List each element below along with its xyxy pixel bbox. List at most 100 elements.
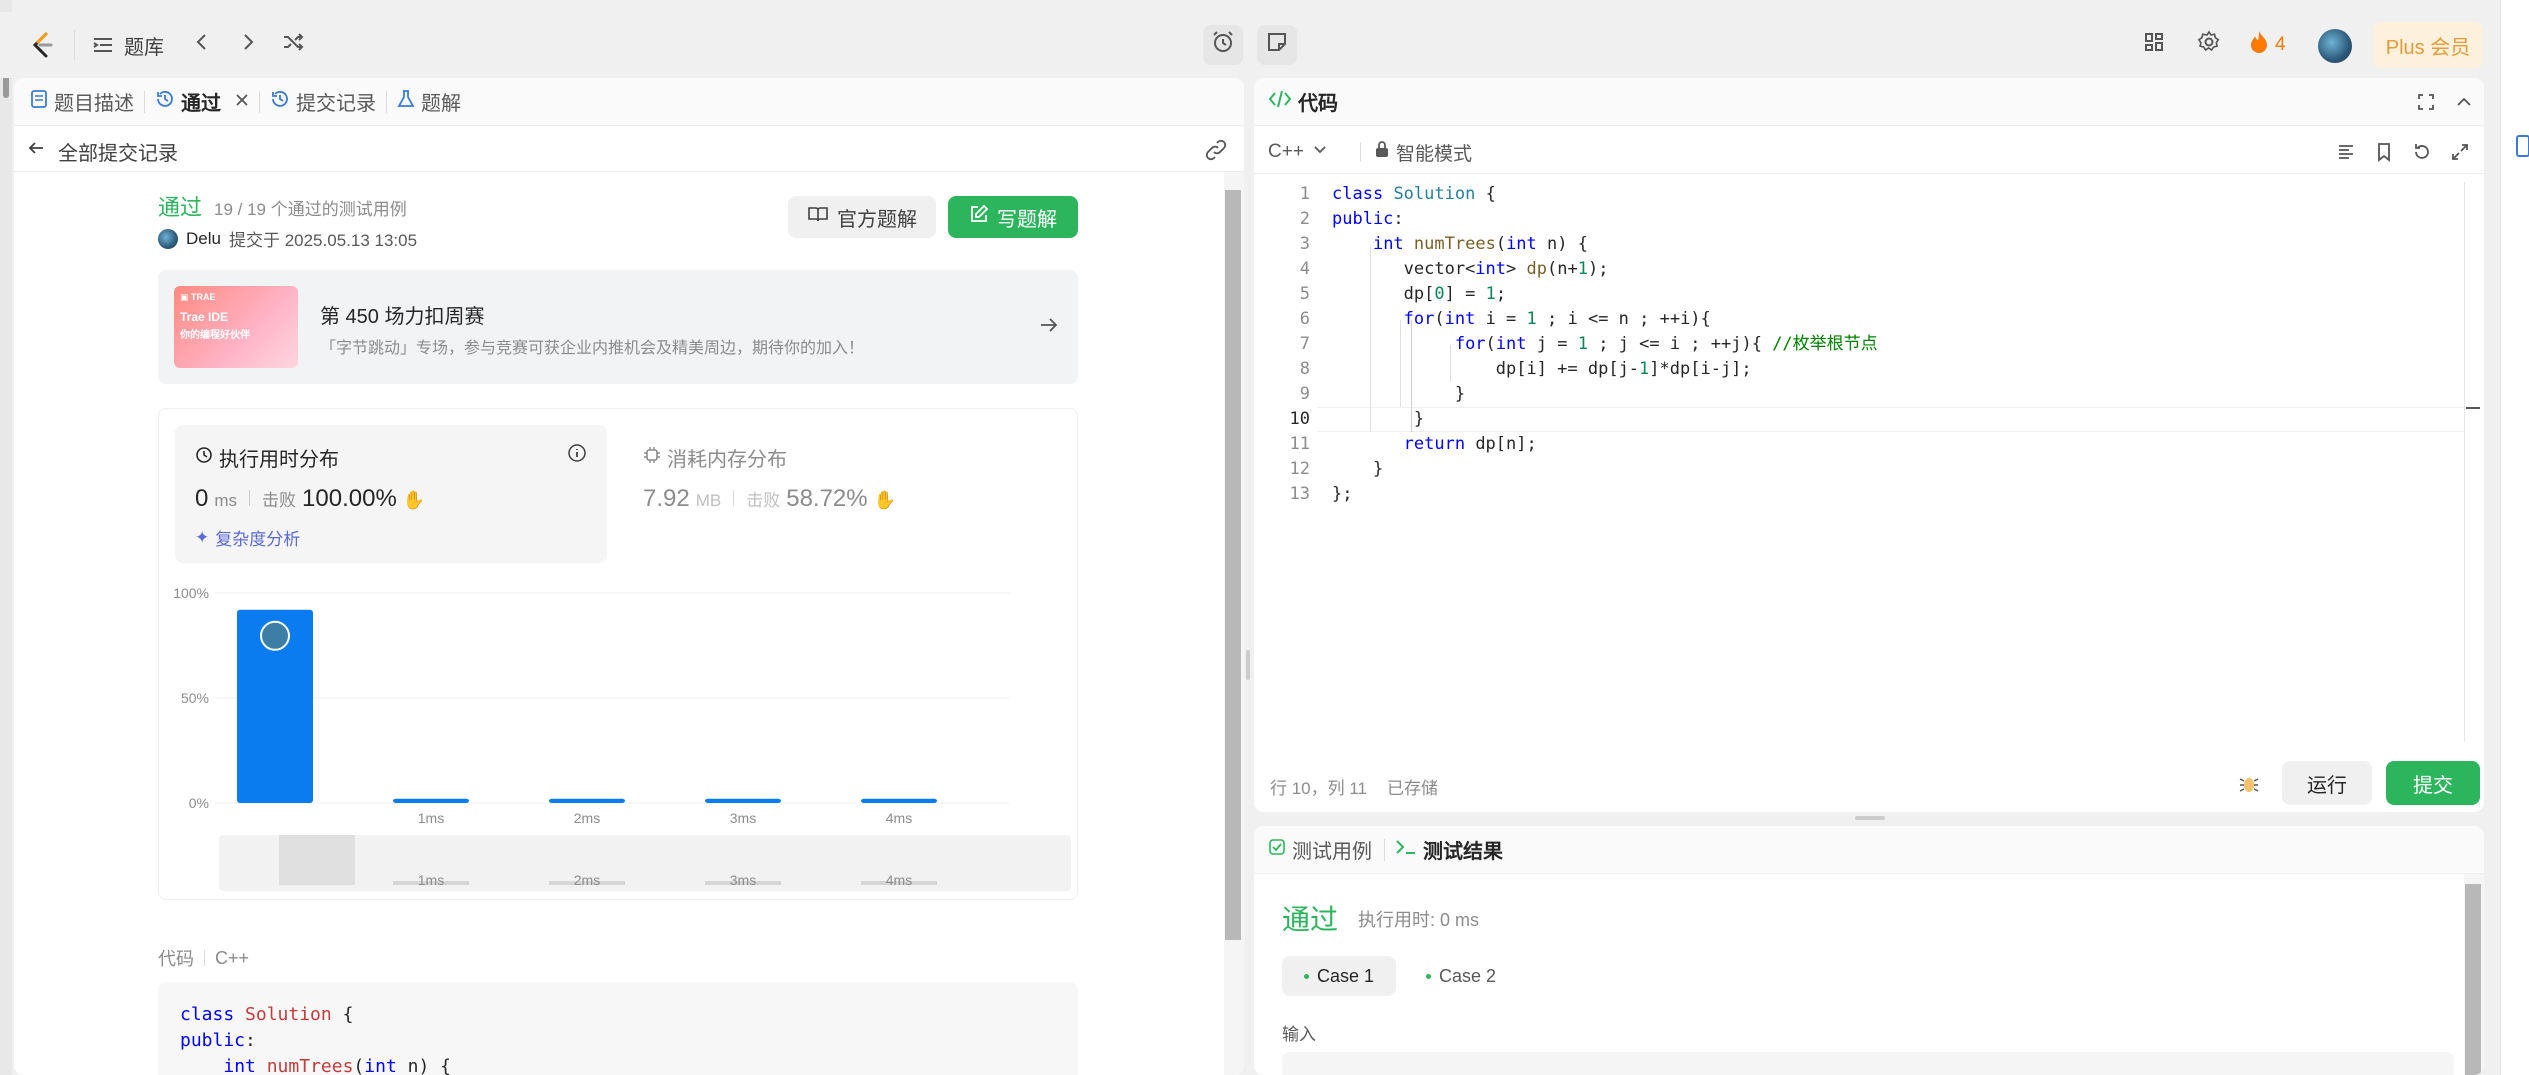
reset-icon[interactable] xyxy=(2412,142,2432,168)
tab-description[interactable]: 题目描述 xyxy=(20,78,144,126)
run-button[interactable]: 运行 xyxy=(2282,761,2372,805)
username[interactable]: Delu xyxy=(186,229,221,249)
x-tick-label: 4ms xyxy=(886,810,912,826)
test-results-panel: 测试用例 测试结果 通过 执行用时: 0 ms Case 1 Case 2 输入 xyxy=(1254,826,2484,1075)
sparkle-icon: ✦ xyxy=(195,527,210,547)
status-dot xyxy=(1303,973,1309,979)
case-2-tab[interactable]: Case 2 xyxy=(1404,956,1518,996)
timer-button[interactable] xyxy=(1203,25,1243,65)
tab-code[interactable]: 代码 xyxy=(1268,78,1338,126)
testcases-passed: 19 / 19 个通过的测试用例 xyxy=(214,200,407,219)
panel-scrollbar-thumb[interactable] xyxy=(1225,190,1241,940)
chart-bar xyxy=(549,798,625,803)
navigator-tick-label: 3ms xyxy=(730,872,756,888)
banner-image-title: Trae IDE xyxy=(180,310,229,324)
bookmark-icon[interactable] xyxy=(2374,142,2394,168)
history-icon xyxy=(155,89,175,115)
description-icon xyxy=(30,89,48,115)
line-number: 10 xyxy=(1289,409,1310,429)
indent-guide xyxy=(1400,320,1401,407)
memory-chip-icon xyxy=(643,446,661,470)
flame-icon xyxy=(2249,30,2269,60)
previous-problem-button[interactable] xyxy=(182,25,222,65)
result-runtime: 执行用时: 0 ms xyxy=(1358,910,1480,930)
next-problem-button[interactable] xyxy=(228,25,268,65)
line-number: 6 xyxy=(1299,309,1310,329)
tab-accepted[interactable]: 通过 xyxy=(145,78,259,126)
code-line: class Solution { xyxy=(1332,184,1496,204)
window-edge xyxy=(0,0,12,1075)
contest-banner[interactable]: ▣ TRAE Trae IDE 你的编程好伙伴 第 450 场力扣周赛 「字节跳… xyxy=(158,270,1078,384)
language-select[interactable]: C++ xyxy=(1268,134,1328,170)
problem-list-button[interactable]: 题库 xyxy=(92,12,164,78)
fullscreen-icon[interactable] xyxy=(2416,92,2436,118)
submitted-code-block: class Solution { public: int numTrees(in… xyxy=(158,982,1078,1075)
clap-icon: ✋ xyxy=(402,490,426,510)
user-avatar[interactable] xyxy=(158,228,178,249)
terminal-icon xyxy=(1395,838,1417,862)
leetcode-logo-icon[interactable] xyxy=(22,25,62,65)
editor-results-resize-handle[interactable] xyxy=(1855,816,1885,820)
submitter-info: Delu 提交于 2025.05.13 13:05 xyxy=(158,226,417,251)
indent-guide xyxy=(1450,345,1451,382)
line-number: 1 xyxy=(1299,184,1310,204)
case-1-tab[interactable]: Case 1 xyxy=(1282,956,1396,996)
shuffle-icon xyxy=(281,30,305,60)
tab-testcases[interactable]: 测试用例 xyxy=(1268,826,1384,874)
chart-bar xyxy=(861,798,937,803)
complexity-analysis-link[interactable]: ✦ 复杂度分析 xyxy=(195,525,300,550)
info-icon[interactable] xyxy=(567,443,587,469)
streak-count: 4 xyxy=(2275,34,2286,55)
expand-icon[interactable] xyxy=(2450,142,2470,168)
plus-membership-button[interactable]: Plus 会员 xyxy=(2373,22,2483,68)
code-language: C++ xyxy=(215,947,250,968)
input-value-box xyxy=(1282,1052,2454,1075)
checkbox-icon xyxy=(1268,838,1286,862)
chart-bar xyxy=(705,798,781,803)
submit-button[interactable]: 提交 xyxy=(2386,761,2480,805)
close-tab-icon[interactable] xyxy=(235,90,249,113)
code-preview-line: class Solution { xyxy=(180,1004,354,1025)
layout-button[interactable] xyxy=(2134,25,2174,65)
back-to-submissions[interactable]: 全部提交记录 xyxy=(26,133,178,169)
gear-icon xyxy=(2197,30,2221,60)
chevron-right-icon xyxy=(238,32,258,58)
y-tick-label: 100% xyxy=(173,585,209,601)
tab-submissions[interactable]: 提交记录 xyxy=(260,78,386,126)
settings-button[interactable] xyxy=(2189,25,2229,65)
code-editor[interactable]: 1 2 3 4 5 6 7 8 9 10 11 12 13 class Solution { publi… xyxy=(1254,182,2480,742)
panel-resize-handle[interactable] xyxy=(1246,650,1250,680)
share-link-icon[interactable] xyxy=(1204,138,1228,168)
format-code-icon[interactable] xyxy=(2336,142,2356,168)
memory-value: 7.92 xyxy=(643,485,690,512)
avatar[interactable] xyxy=(2318,29,2352,63)
streak-counter[interactable]: 4 xyxy=(2249,12,2286,78)
notes-button[interactable] xyxy=(1257,25,1297,65)
tab-test-results[interactable]: 测试结果 xyxy=(1385,826,1513,874)
runtime-distribution-chart[interactable]: 100% 50% 0% 1ms 2ms 3ms 4ms 1ms 2ms 3ms 4ms xyxy=(159,579,1077,897)
line-number: 5 xyxy=(1299,284,1310,304)
history-icon xyxy=(270,89,290,115)
runtime-value: 0 xyxy=(195,485,209,512)
banner-image: ▣ TRAE Trae IDE 你的编程好伙伴 xyxy=(174,286,298,368)
code-content[interactable]: class Solution { public: int numTrees(in… xyxy=(1332,182,2432,522)
debug-bug-icon[interactable] xyxy=(2237,771,2261,801)
line-number: 4 xyxy=(1299,259,1310,279)
memory-stat-box[interactable]: 消耗内存分布 7.92 MB 击败 58.72% ✋ xyxy=(623,425,1055,563)
tab-solutions[interactable]: 题解 xyxy=(387,78,471,126)
runtime-stat-box[interactable]: 执行用时分布 0 ms 击败 100.00% ✋ ✦ 复杂度分析 xyxy=(175,425,607,563)
code-line: for(int j = 1 ; j <= i ; ++j){ //枚举根节点 xyxy=(1454,334,1878,354)
official-solution-button[interactable]: 官方题解 xyxy=(788,196,936,238)
code-line: }; xyxy=(1332,484,1353,504)
side-tool-icon[interactable] xyxy=(2516,135,2529,157)
write-solution-button[interactable]: 写题解 xyxy=(948,196,1078,238)
smart-mode-toggle[interactable]: 智能模式 xyxy=(1374,134,1472,170)
runtime-beats-label: 击败 xyxy=(262,491,297,510)
chevron-up-icon[interactable] xyxy=(2454,92,2474,118)
results-scrollbar-thumb[interactable] xyxy=(2465,884,2481,1075)
line-number: 3 xyxy=(1299,234,1310,254)
submit-time: 提交于 2025.05.13 13:05 xyxy=(228,231,418,250)
random-problem-button[interactable] xyxy=(273,25,313,65)
banner-subtitle: 「字节跳动」专场，参与竞赛可获企业内推机会及精美周边，期待你的加入！ xyxy=(320,340,865,357)
submission-panel: 题目描述 通过 提交记录 题解 全部提交记录 通过 19 / 19 个通过的测试… xyxy=(14,78,1244,1075)
